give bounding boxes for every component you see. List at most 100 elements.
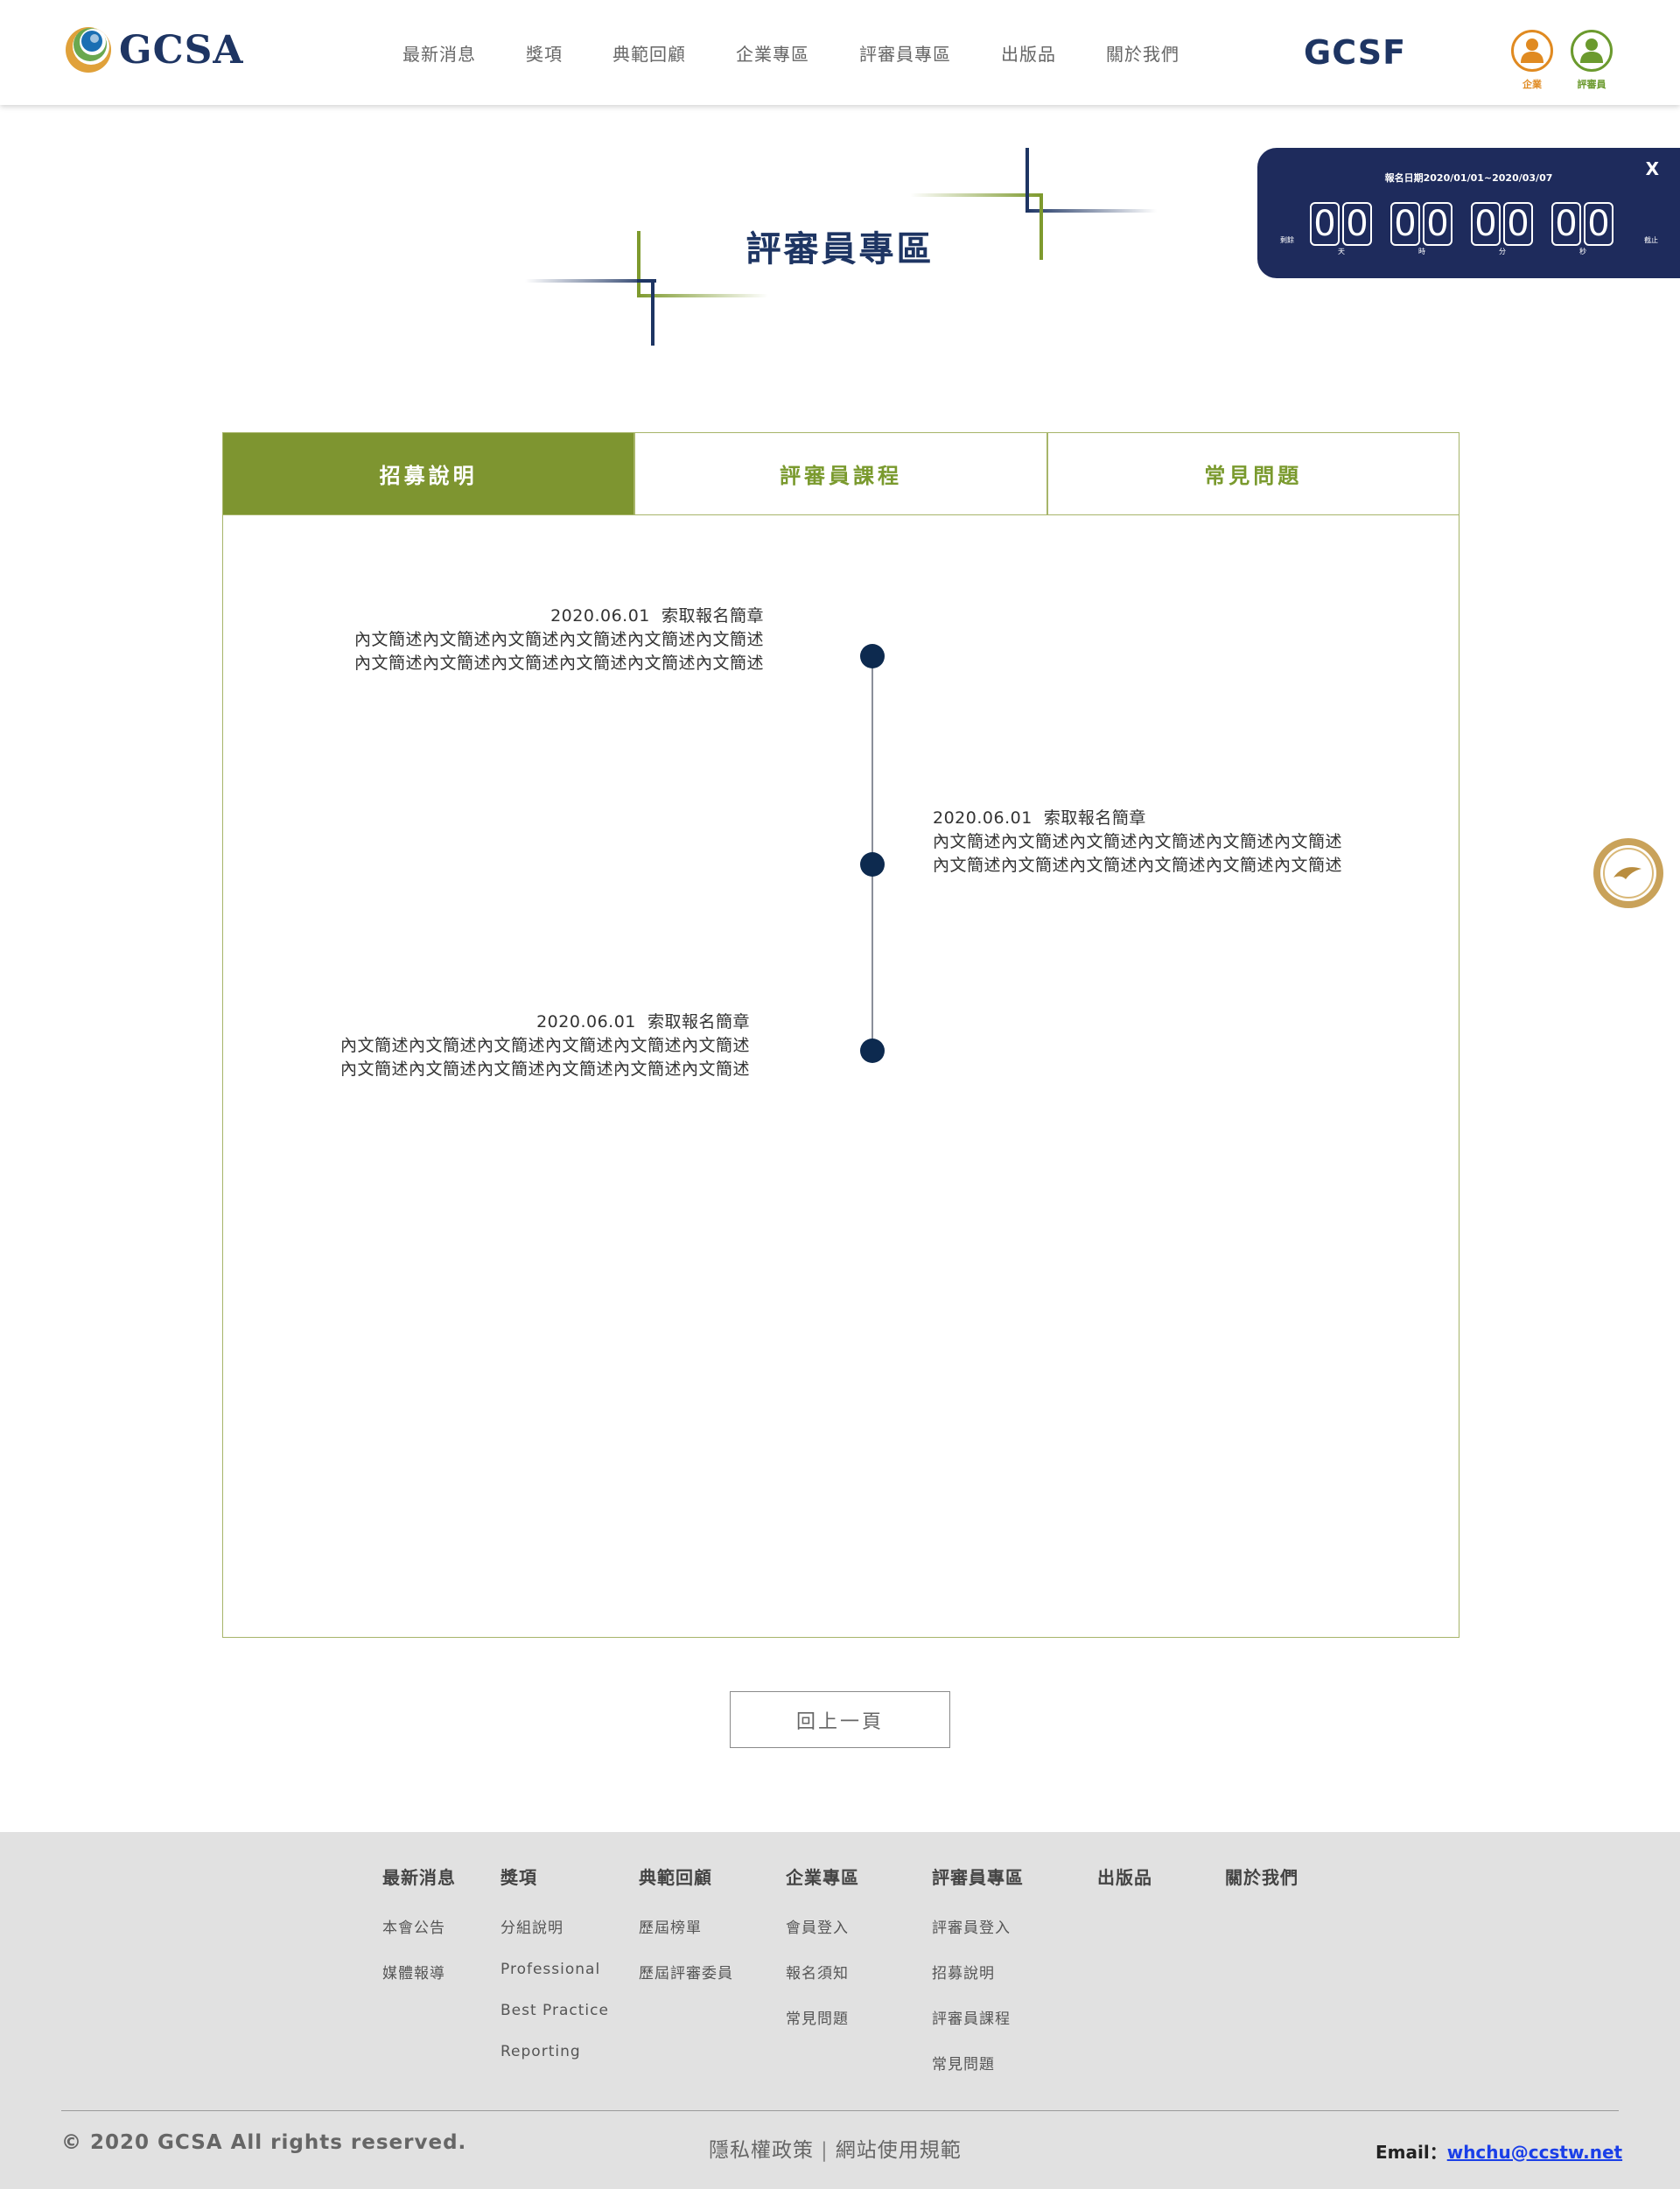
footer-link[interactable]: 評審員登入 — [932, 1915, 1024, 1937]
footer-link[interactable]: 評審員課程 — [932, 2006, 1024, 2028]
countdown-digit: 0 — [1310, 202, 1340, 246]
site-footer: 最新消息 本會公告 媒體報導 獎項 分組說明 Professional Best… — [0, 1832, 1680, 2189]
tab-bar: 招募說明 評審員課程 常見問題 — [223, 433, 1459, 515]
gcsa-logo-icon — [66, 27, 111, 73]
footer-column-awards: 獎項 分組說明 Professional Best Practice Repor… — [500, 1864, 609, 2084]
footer-link[interactable]: 招募說明 — [932, 1961, 1024, 1983]
timeline-item: 2020.06.01 索取報名簡章 內文簡述內文簡述內文簡述內文簡述內文簡述內文… — [354, 605, 764, 675]
timeline-text: 內文簡述內文簡述內文簡述內文簡述內文簡述內文簡述 — [354, 654, 764, 673]
countdown-digit: 0 — [1390, 202, 1420, 246]
footer-link[interactable]: Professional — [500, 1961, 609, 1978]
nav-item-awards[interactable]: 獎項 — [526, 40, 563, 66]
registration-countdown: X 報名日期2020/01/01~2020/03/07 剩餘 0 0 天 0 0… — [1257, 148, 1680, 278]
timeline-date: 2020.06.01 — [933, 808, 1032, 828]
footer-link[interactable]: 本會公告 — [382, 1915, 456, 1937]
nav-item-news[interactable]: 最新消息 — [402, 40, 476, 66]
timeline-dot — [860, 852, 885, 877]
timeline-title: 索取報名簡章 — [647, 1012, 750, 1032]
footer-link[interactable]: 會員登入 — [786, 1915, 859, 1937]
countdown-unit-label: 天 — [1336, 247, 1347, 256]
timeline-text: 內文簡述內文簡述內文簡述內文簡述內文簡述內文簡述 — [354, 630, 764, 649]
countdown-unit-label: 時 — [1417, 247, 1427, 256]
timeline-item: 2020.06.01 索取報名簡章 內文簡述內文簡述內文簡述內文簡述內文簡述內文… — [933, 807, 1342, 878]
countdown-suffix: 截止 — [1644, 236, 1658, 244]
footer-heading[interactable]: 典範回顧 — [639, 1864, 733, 1889]
countdown-digit: 0 — [1584, 202, 1614, 246]
nav-item-about[interactable]: 關於我們 — [1106, 40, 1180, 66]
countdown-digit: 0 — [1342, 202, 1372, 246]
nav-item-judges[interactable]: 評審員專區 — [859, 40, 951, 66]
timeline-text: 內文簡述內文簡述內文簡述內文簡述內文簡述內文簡述 — [933, 832, 1343, 851]
countdown-digit: 0 — [1423, 202, 1452, 246]
footer-link[interactable]: 歷屆榜單 — [639, 1915, 733, 1937]
timeline-title: 索取報名簡章 — [661, 606, 764, 626]
timeline-text: 內文簡述內文簡述內文簡述內文簡述內文簡述內文簡述 — [340, 1060, 750, 1079]
judge-login-button[interactable]: 評審員 — [1561, 30, 1622, 91]
footer-column-enterprise: 企業專區 會員登入 報名須知 常見問題 — [786, 1864, 859, 2052]
footer-column-about: 關於我們 — [1225, 1864, 1298, 1915]
person-icon — [1521, 38, 1544, 63]
site-header: GCSA 最新消息 獎項 典範回顧 企業專區 評審員專區 出版品 關於我們 GC… — [0, 0, 1680, 105]
countdown-digit: 0 — [1471, 202, 1501, 246]
nav-item-enterprise[interactable]: 企業專區 — [736, 40, 809, 66]
timeline-text: 內文簡述內文簡述內文簡述內文簡述內文簡述內文簡述 — [340, 1036, 750, 1055]
footer-heading[interactable]: 最新消息 — [382, 1864, 456, 1889]
countdown-minutes: 0 0 分 — [1471, 202, 1536, 256]
main-nav: 最新消息 獎項 典範回顧 企業專區 評審員專區 出版品 關於我們 — [402, 40, 1229, 66]
email-link[interactable]: whchu@ccstw.net — [1447, 2142, 1622, 2163]
judge-label: 評審員 — [1577, 79, 1606, 90]
enterprise-login-button[interactable]: 企業 — [1502, 30, 1563, 91]
countdown-prefix: 剩餘 — [1280, 236, 1294, 244]
person-icon — [1580, 38, 1603, 63]
logo-text: GCSA — [119, 27, 244, 73]
footer-heading[interactable]: 關於我們 — [1225, 1864, 1298, 1889]
footer-divider — [61, 2110, 1619, 2111]
countdown-days: 0 0 天 — [1310, 202, 1375, 256]
timeline-date: 2020.06.01 — [550, 606, 650, 626]
footer-link[interactable]: 常見問題 — [786, 2006, 859, 2028]
footer-link[interactable]: 分組說明 — [500, 1915, 609, 1937]
footer-heading[interactable]: 評審員專區 — [932, 1864, 1024, 1889]
terms-of-use-link[interactable]: 網站使用規範 — [836, 2139, 962, 2162]
footer-heading[interactable]: 獎項 — [500, 1864, 609, 1889]
nav-item-publications[interactable]: 出版品 — [1001, 40, 1056, 66]
footer-link[interactable]: Best Practice — [500, 2002, 609, 2019]
nav-item-review[interactable]: 典範回顧 — [612, 40, 686, 66]
gcsf-logo[interactable]: GCSF — [1304, 33, 1406, 72]
tab-recruitment[interactable]: 招募說明 — [223, 433, 636, 514]
footer-link[interactable]: Reporting — [500, 2043, 609, 2060]
timeline-item: 2020.06.01 索取報名簡章 內文簡述內文簡述內文簡述內文簡述內文簡述內文… — [340, 1011, 750, 1081]
countdown-digit: 0 — [1503, 202, 1533, 246]
timeline-text: 內文簡述內文簡述內文簡述內文簡述內文簡述內文簡述 — [933, 856, 1343, 875]
footer-link[interactable]: 媒體報導 — [382, 1961, 456, 1983]
content-panel: 招募說明 評審員課程 常見問題 2020.06.01 索取報名簡章 內文簡述內文… — [222, 432, 1460, 1638]
countdown-seconds: 0 0 秒 — [1551, 202, 1616, 256]
countdown-hours: 0 0 時 — [1390, 202, 1455, 256]
back-button[interactable]: 回上一頁 — [730, 1691, 950, 1748]
back-to-top-icon[interactable] — [1591, 836, 1666, 911]
footer-column-judges: 評審員專區 評審員登入 招募說明 評審員課程 常見問題 — [932, 1864, 1024, 2097]
footer-policy-links: 隱私權政策 | 網站使用規範 — [709, 2133, 962, 2163]
footer-link[interactable]: 歷屆評審委員 — [639, 1961, 733, 1983]
footer-link[interactable]: 常見問題 — [932, 2052, 1024, 2074]
footer-separator: | — [821, 2139, 829, 2162]
timeline-date: 2020.06.01 — [536, 1012, 636, 1032]
tab-judge-courses[interactable]: 評審員課程 — [635, 433, 1048, 514]
privacy-policy-link[interactable]: 隱私權政策 — [709, 2139, 814, 2162]
countdown-unit-label: 分 — [1497, 247, 1508, 256]
footer-column-review: 典範回顧 歷屆榜單 歷屆評審委員 — [639, 1864, 733, 2006]
email-label: Email： — [1376, 2142, 1447, 2163]
copyright-text: © 2020 GCSA All rights reserved. — [61, 2131, 467, 2154]
footer-heading[interactable]: 出版品 — [1097, 1864, 1152, 1889]
tab-faq[interactable]: 常見問題 — [1047, 433, 1459, 514]
footer-column-news: 最新消息 本會公告 媒體報導 — [382, 1864, 456, 2006]
timeline-dot — [860, 644, 885, 668]
contact-email: Email：whchu@ccstw.net — [1376, 2138, 1622, 2164]
enterprise-label: 企業 — [1522, 79, 1542, 90]
timeline-title: 索取報名簡章 — [1043, 808, 1146, 828]
footer-heading[interactable]: 企業專區 — [786, 1864, 859, 1889]
footer-column-publications: 出版品 — [1097, 1864, 1152, 1915]
gcsa-logo[interactable]: GCSA — [63, 24, 244, 75]
footer-link[interactable]: 報名須知 — [786, 1961, 859, 1983]
registration-period: 報名日期2020/01/01~2020/03/07 — [1384, 172, 1553, 184]
